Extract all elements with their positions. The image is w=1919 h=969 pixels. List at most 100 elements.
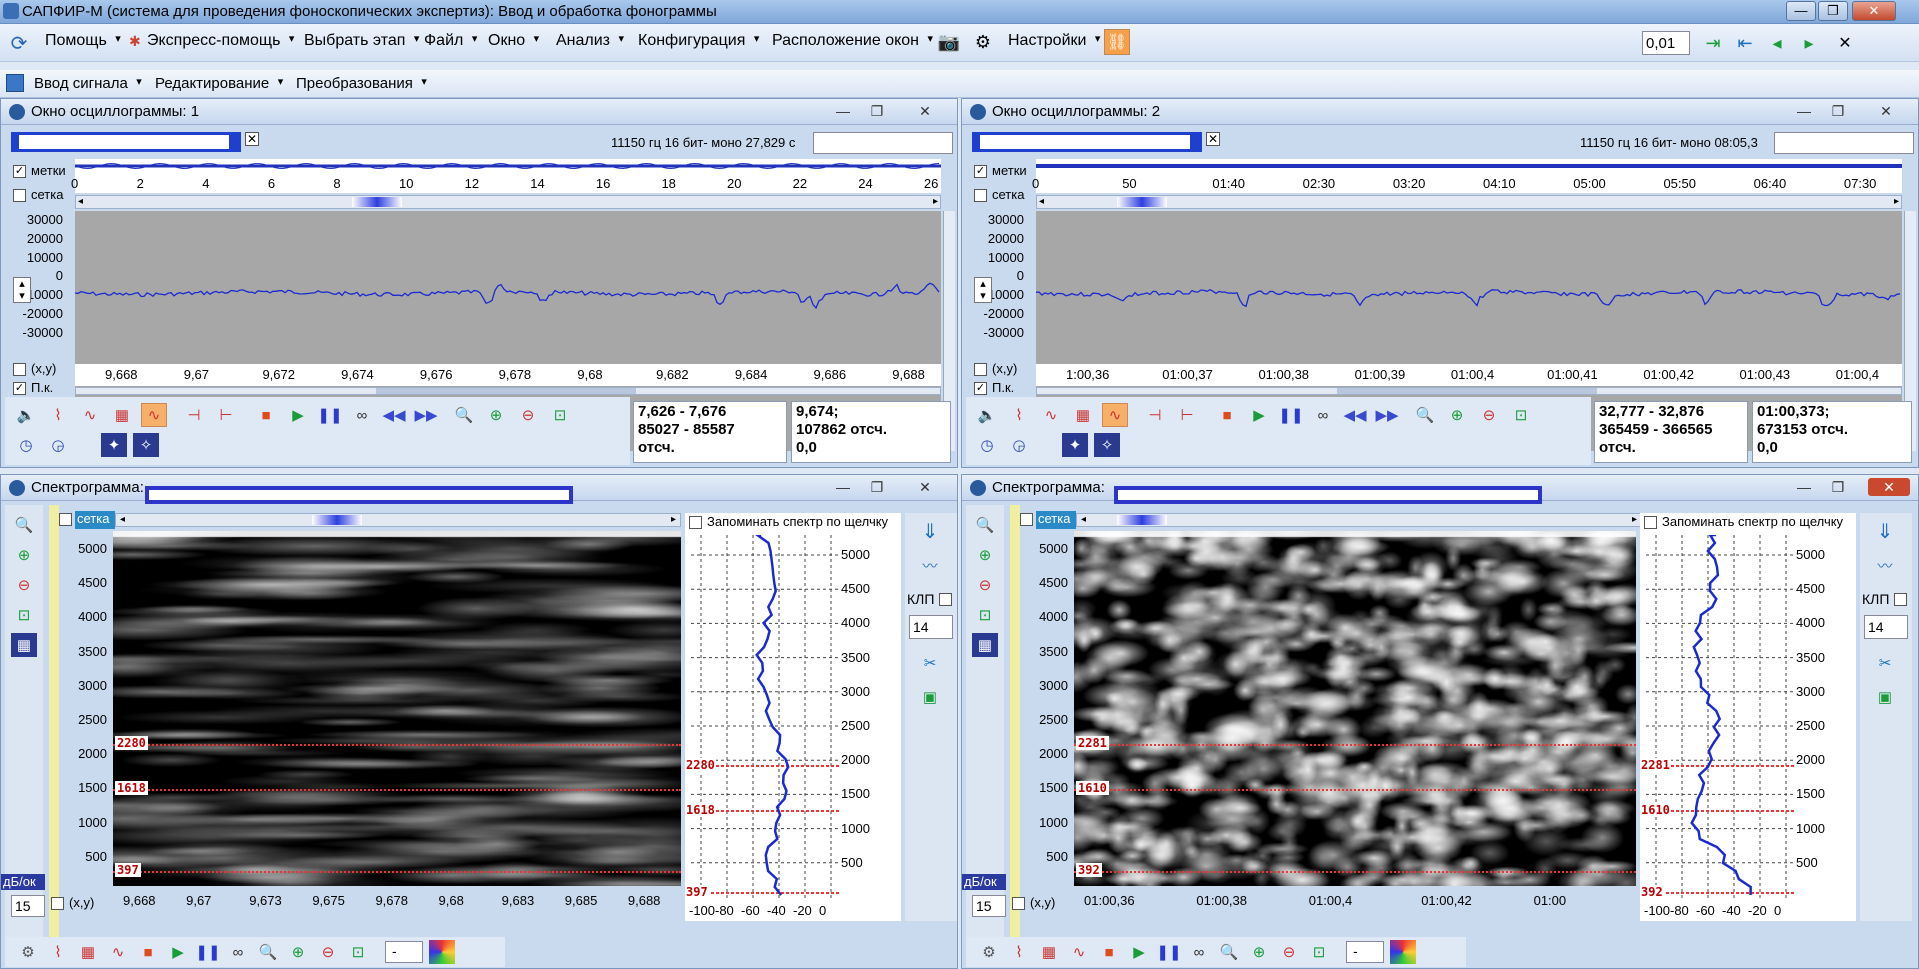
wave-edit-icon[interactable]: ∿ xyxy=(1038,403,1064,427)
active-wave-icon[interactable]: ∿ xyxy=(1066,940,1092,964)
play-icon[interactable]: ▶ xyxy=(1126,940,1152,964)
step-left-icon[interactable]: ◂ xyxy=(1764,30,1790,56)
grid-checkbox[interactable] xyxy=(59,513,72,526)
loop-icon[interactable]: ∞ xyxy=(225,940,251,964)
spectrum-view-icon[interactable]: ▦ xyxy=(11,633,37,657)
stop-icon[interactable]: ■ xyxy=(135,940,161,964)
settings-camera-icon[interactable]: ⚙ xyxy=(970,29,996,55)
palette-icon[interactable] xyxy=(1390,940,1416,964)
overview-track[interactable] xyxy=(1036,159,1902,173)
zoom-icon[interactable]: 🔍 xyxy=(451,403,477,427)
pause-icon[interactable]: ❚❚ xyxy=(317,403,343,427)
palette-icon[interactable] xyxy=(429,940,455,964)
minimize-button[interactable]: — xyxy=(1786,1,1816,21)
pause-icon[interactable]: ❚❚ xyxy=(1156,940,1182,964)
scroll-right-icon[interactable]: ▸ xyxy=(933,196,938,207)
zoom-fit-icon[interactable]: ⊡ xyxy=(11,603,37,627)
spectrum-curve-plot[interactable] xyxy=(1646,535,1796,905)
rewind-icon[interactable]: ◀◀ xyxy=(1342,403,1368,427)
pk-checkbox[interactable]: ✓ xyxy=(974,382,987,395)
marker-left-icon[interactable]: ⊣ xyxy=(1142,403,1168,427)
zoom-in-icon[interactable]: ⊕ xyxy=(972,543,998,567)
scroll-thumb[interactable] xyxy=(1117,515,1167,525)
restore-button[interactable]: ❐ xyxy=(865,478,889,496)
remember-checkbox[interactable] xyxy=(689,516,702,529)
xy-checkbox[interactable] xyxy=(51,897,64,910)
forward-icon[interactable]: ▶▶ xyxy=(413,403,439,427)
marks-checkbox[interactable]: ✓ xyxy=(974,165,987,178)
grid-checkbox[interactable] xyxy=(974,189,987,202)
zoom-icon[interactable]: 🔍 xyxy=(1216,940,1242,964)
scroll-left-icon[interactable]: ◂ xyxy=(120,514,125,525)
step-input[interactable] xyxy=(1642,31,1690,55)
rewind-icon[interactable]: ◀◀ xyxy=(381,403,407,427)
go-left-icon[interactable]: ⇤ xyxy=(1732,30,1758,56)
zoom-in-icon[interactable]: ⊕ xyxy=(11,543,37,567)
scroll-left-icon[interactable]: ◂ xyxy=(1081,514,1086,525)
marker-left-icon[interactable]: ⊣ xyxy=(181,403,207,427)
xy-checkbox[interactable] xyxy=(1012,897,1025,910)
stop-icon[interactable]: ■ xyxy=(1214,403,1240,427)
klp-checkbox[interactable] xyxy=(939,593,952,606)
loop-icon[interactable]: ∞ xyxy=(1310,403,1336,427)
minimize-button[interactable]: — xyxy=(1792,478,1816,496)
remember-checkbox[interactable] xyxy=(1644,516,1657,529)
frequency-marker-line[interactable] xyxy=(1074,744,1636,746)
spectrum-icon[interactable]: 〰 xyxy=(1872,553,1898,577)
marks-checkbox[interactable]: ✓ xyxy=(13,165,26,178)
spectrogram-scrollbar[interactable]: ◂ ▸ xyxy=(1076,513,1642,527)
speaker-icon[interactable]: 🔈 xyxy=(974,403,1000,427)
stars2-icon[interactable]: ✧ xyxy=(1094,433,1120,457)
close-button[interactable]: ✕ xyxy=(1852,1,1896,21)
zoom-fit-icon[interactable]: ⊡ xyxy=(972,603,998,627)
active-wave-icon[interactable]: ∿ xyxy=(141,403,167,427)
zoom-select[interactable]: - xyxy=(1346,941,1384,963)
stop-icon[interactable]: ■ xyxy=(253,403,279,427)
spectrum-view-icon[interactable]: ▦ xyxy=(972,633,998,657)
dbok-select[interactable]: 15 xyxy=(972,895,1006,917)
vertical-scrollbar[interactable] xyxy=(49,505,59,945)
spectrogram-scrollbar[interactable]: ◂ ▸ xyxy=(115,513,681,527)
marker-right-icon[interactable]: ⊢ xyxy=(213,403,239,427)
restore-button[interactable]: ❐ xyxy=(1826,478,1850,496)
close-button[interactable]: ✕ xyxy=(1874,102,1898,120)
scroll-thumb[interactable] xyxy=(376,388,636,394)
spectrogram-image[interactable]: 2280 1618 397 xyxy=(113,531,681,886)
horizontal-scrollbar[interactable] xyxy=(75,387,941,395)
minimize-button[interactable]: — xyxy=(831,102,855,120)
loop-icon[interactable]: ∞ xyxy=(349,403,375,427)
close-button[interactable]: ✕ xyxy=(913,102,937,120)
zoom-icon[interactable]: 🔍 xyxy=(1412,403,1438,427)
menu-help[interactable]: Помощь xyxy=(45,32,121,50)
zoom-in-icon[interactable]: ⊕ xyxy=(285,940,311,964)
menu-file[interactable]: Файл xyxy=(424,32,478,50)
spectrum-icon[interactable]: ▦ xyxy=(1036,940,1062,964)
down-arrow-icon[interactable]: ⇓ xyxy=(917,519,943,543)
scroll-thumb[interactable] xyxy=(1337,388,1597,394)
stars-icon[interactable]: ✦ xyxy=(101,433,127,457)
klp-input[interactable]: 14 xyxy=(1864,615,1908,639)
clock-icon[interactable]: ◷ xyxy=(13,433,39,457)
close-button[interactable]: ✕ xyxy=(913,478,937,496)
refresh-icon[interactable]: ⟳ xyxy=(6,30,32,56)
menu-configuration[interactable]: Конфигурация xyxy=(638,32,760,50)
wave-icon[interactable]: ⌇ xyxy=(45,940,71,964)
zoom-out-icon[interactable]: ⊖ xyxy=(515,403,541,427)
frequency-marker-line[interactable] xyxy=(1074,789,1636,791)
vertical-scrollbar[interactable] xyxy=(1010,505,1020,945)
zoom-fit-icon[interactable]: ⊡ xyxy=(547,403,573,427)
spectrum-curve-plot[interactable] xyxy=(691,535,841,905)
y-scale-stepper[interactable]: ▴ ▾ xyxy=(13,277,31,303)
menu-express-help[interactable]: Экспресс-помощь xyxy=(147,32,295,50)
menu-signal-input[interactable]: Ввод сигнала xyxy=(34,75,142,92)
clock-icon[interactable]: ◷ xyxy=(974,433,1000,457)
zoom-fit-icon[interactable]: ⊡ xyxy=(1508,403,1534,427)
play-icon[interactable]: ▶ xyxy=(285,403,311,427)
menu-editing[interactable]: Редактирование xyxy=(155,75,284,92)
zoom-in-icon[interactable]: ⊕ xyxy=(1246,940,1272,964)
menu-settings[interactable]: Настройки xyxy=(1008,32,1101,50)
grid-checkbox[interactable] xyxy=(13,189,26,202)
stars2-icon[interactable]: ✧ xyxy=(133,433,159,457)
zoom-select[interactable]: - xyxy=(385,941,423,963)
menu-window[interactable]: Окно xyxy=(488,32,539,50)
